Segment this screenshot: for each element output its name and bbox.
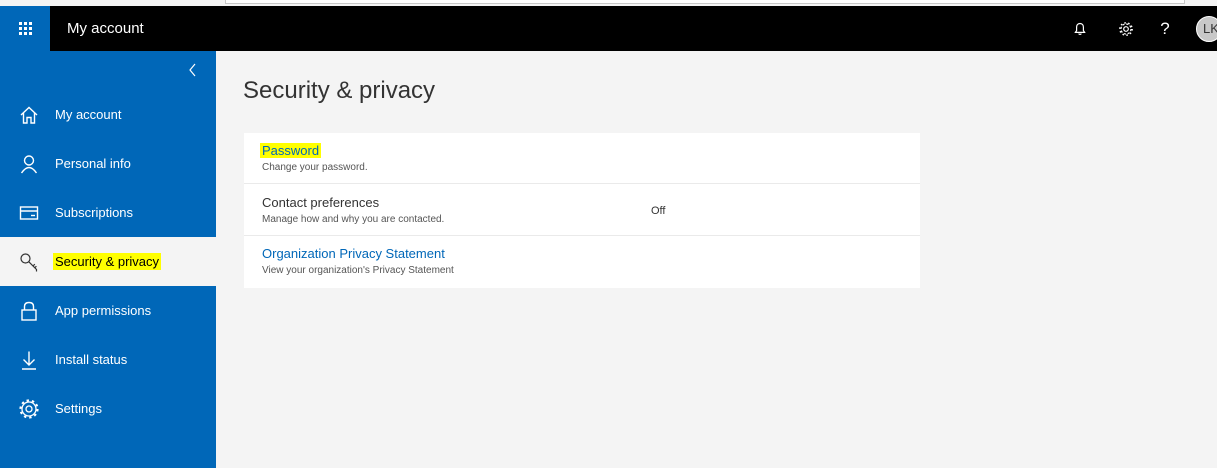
help-icon: ? <box>1160 18 1170 38</box>
avatar[interactable]: LK <box>1196 16 1217 42</box>
row-description: Manage how and why you are contacted. <box>262 214 445 225</box>
row-description: Change your password. <box>262 162 368 173</box>
contact-preferences-row[interactable]: Contact preferences Manage how and why y… <box>244 185 920 236</box>
waffle-icon <box>18 22 32 35</box>
key-icon <box>0 251 55 273</box>
top-bar: My account ? LK <box>0 6 1217 51</box>
card-icon <box>0 202 55 224</box>
chevron-left-icon <box>189 63 196 77</box>
bell-icon <box>1074 22 1086 35</box>
password-link[interactable]: Password <box>260 143 322 158</box>
address-bar-edge <box>225 0 1185 4</box>
privacy-statement-row[interactable]: Organization Privacy Statement View your… <box>244 236 920 287</box>
privacy-statement-link[interactable]: Organization Privacy Statement <box>262 246 445 261</box>
status-value: Off <box>651 205 666 217</box>
sidebar-item-app-permissions[interactable]: App permissions <box>0 286 216 335</box>
help-button[interactable]: ? <box>1151 6 1179 51</box>
sidebar-item-security-privacy[interactable]: Security & privacy <box>0 237 216 286</box>
gear-icon <box>0 398 55 420</box>
sidebar-item-label: My account <box>55 107 122 122</box>
sidebar-item-label: App permissions <box>55 303 152 318</box>
sidebar-item-personal-info[interactable]: Personal info <box>0 139 216 188</box>
contact-preferences-title: Contact preferences <box>262 195 380 210</box>
sidebar-item-label: Settings <box>55 401 102 416</box>
notifications-button[interactable] <box>1066 6 1094 51</box>
sidebar: My account Personal info Subscriptions S… <box>0 51 216 468</box>
gear-icon <box>1119 21 1133 36</box>
home-icon <box>0 104 55 126</box>
page-title: Security & privacy <box>243 77 436 104</box>
sidebar-item-my-account[interactable]: My account <box>0 90 216 139</box>
person-icon <box>0 153 55 175</box>
row-description: View your organization's Privacy Stateme… <box>262 265 454 276</box>
sidebar-item-label: Install status <box>55 352 128 367</box>
sidebar-item-label: Security & privacy <box>53 253 162 270</box>
collapse-sidebar-button[interactable] <box>182 59 204 81</box>
sidebar-item-label: Personal info <box>55 156 131 171</box>
password-row[interactable]: Password Change your password. <box>244 133 920 184</box>
app-launcher-button[interactable] <box>0 6 50 51</box>
settings-button[interactable] <box>1112 6 1140 51</box>
app-title[interactable]: My account <box>67 6 144 51</box>
sidebar-item-subscriptions[interactable]: Subscriptions <box>0 188 216 237</box>
download-icon <box>0 349 55 371</box>
sidebar-item-install-status[interactable]: Install status <box>0 335 216 384</box>
sidebar-item-label: Subscriptions <box>55 205 134 220</box>
lock-icon <box>0 300 55 322</box>
sidebar-item-settings[interactable]: Settings <box>0 384 216 433</box>
settings-card: Password Change your password. Contact p… <box>244 133 920 288</box>
